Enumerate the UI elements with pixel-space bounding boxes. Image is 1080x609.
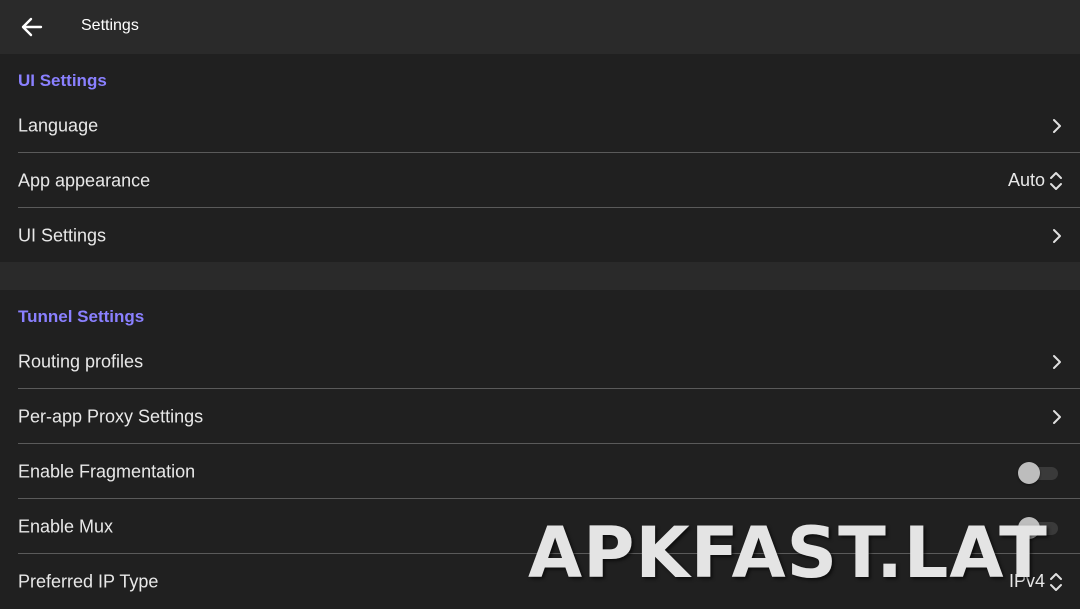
toggle-thumb — [1018, 461, 1040, 484]
settings-row-ui-settings[interactable]: UI Settings — [18, 208, 1080, 263]
settings-row-enable-mux[interactable]: Enable Mux — [18, 499, 1080, 554]
back-button[interactable] — [14, 10, 50, 44]
row-label: Enable Mux — [18, 516, 114, 536]
page-title: Settings — [81, 17, 139, 34]
chevron-up-down-icon — [1050, 572, 1062, 591]
settings-row-app-appearance[interactable]: App appearance Auto — [18, 153, 1080, 208]
settings-row-per-app-proxy[interactable]: Per-app Proxy Settings — [18, 389, 1080, 444]
arrow-left-icon — [21, 17, 43, 37]
preferred-ip-type-select[interactable]: IPv4 — [1009, 570, 1064, 594]
tunnel-settings-section: Tunnel Settings Routing profiles Per-app… — [0, 290, 1080, 608]
chevron-up-down-icon — [1050, 171, 1062, 190]
top-app-bar: Settings — [0, 0, 1080, 54]
settings-row-preferred-ip-type[interactable]: Preferred IP Type IPv4 — [18, 554, 1080, 609]
row-label: Preferred IP Type — [18, 571, 159, 591]
chevron-right-icon — [1053, 228, 1061, 243]
settings-row-routing-profiles[interactable]: Routing profiles — [18, 334, 1080, 389]
select-value: IPv4 — [1008, 571, 1045, 591]
row-label: App appearance — [18, 170, 151, 190]
toggle-thumb — [1018, 516, 1040, 539]
settings-row-enable-fragmentation[interactable]: Enable Fragmentation — [18, 444, 1080, 499]
row-label: Enable Fragmentation — [18, 461, 196, 481]
enable-fragmentation-toggle[interactable] — [1018, 461, 1058, 484]
chevron-right-icon — [1053, 354, 1061, 369]
select-value: Auto — [1007, 170, 1045, 190]
section-header-tunnel-settings: Tunnel Settings — [18, 307, 145, 326]
section-separator — [0, 262, 1080, 290]
app-appearance-select[interactable]: Auto — [1008, 169, 1064, 193]
row-label: Routing profiles — [18, 351, 144, 371]
enable-mux-toggle[interactable] — [1018, 516, 1058, 539]
row-label: Per-app Proxy Settings — [18, 406, 204, 426]
chevron-right-icon — [1053, 118, 1061, 133]
section-header-ui-settings: UI Settings — [18, 71, 107, 90]
row-label: UI Settings — [18, 225, 107, 245]
ui-settings-section: UI Settings Language App appearance Auto… — [0, 54, 1080, 262]
chevron-right-icon — [1053, 409, 1061, 424]
row-label: Language — [18, 115, 99, 135]
settings-row-language[interactable]: Language — [18, 98, 1080, 153]
